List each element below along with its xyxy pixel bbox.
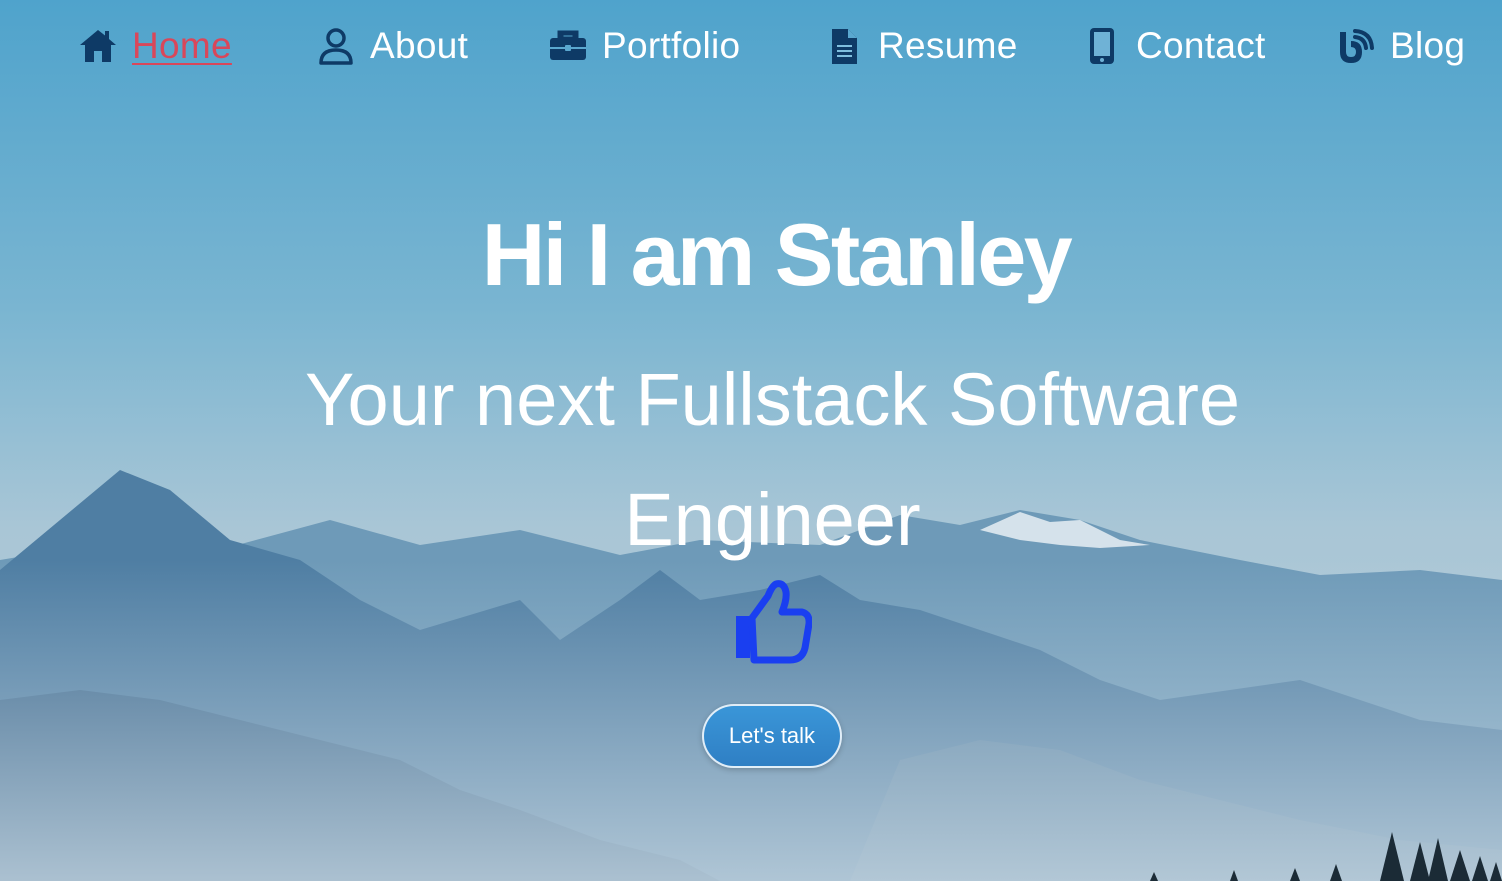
lets-talk-button[interactable]: Let's talk <box>702 704 842 768</box>
hero-subtitle: Your next Fullstack Software Engineer <box>0 340 1502 580</box>
hero-title: Hi I am Stanley <box>481 205 1073 304</box>
thumbs-up-icon <box>730 578 813 664</box>
hero-subtitle-line1: Your next Fullstack Software <box>304 358 1241 441</box>
hero-subtitle-line2: Engineer <box>624 478 921 561</box>
hero-section: Hi I am Stanley Your next Fullstack Soft… <box>0 0 1502 881</box>
